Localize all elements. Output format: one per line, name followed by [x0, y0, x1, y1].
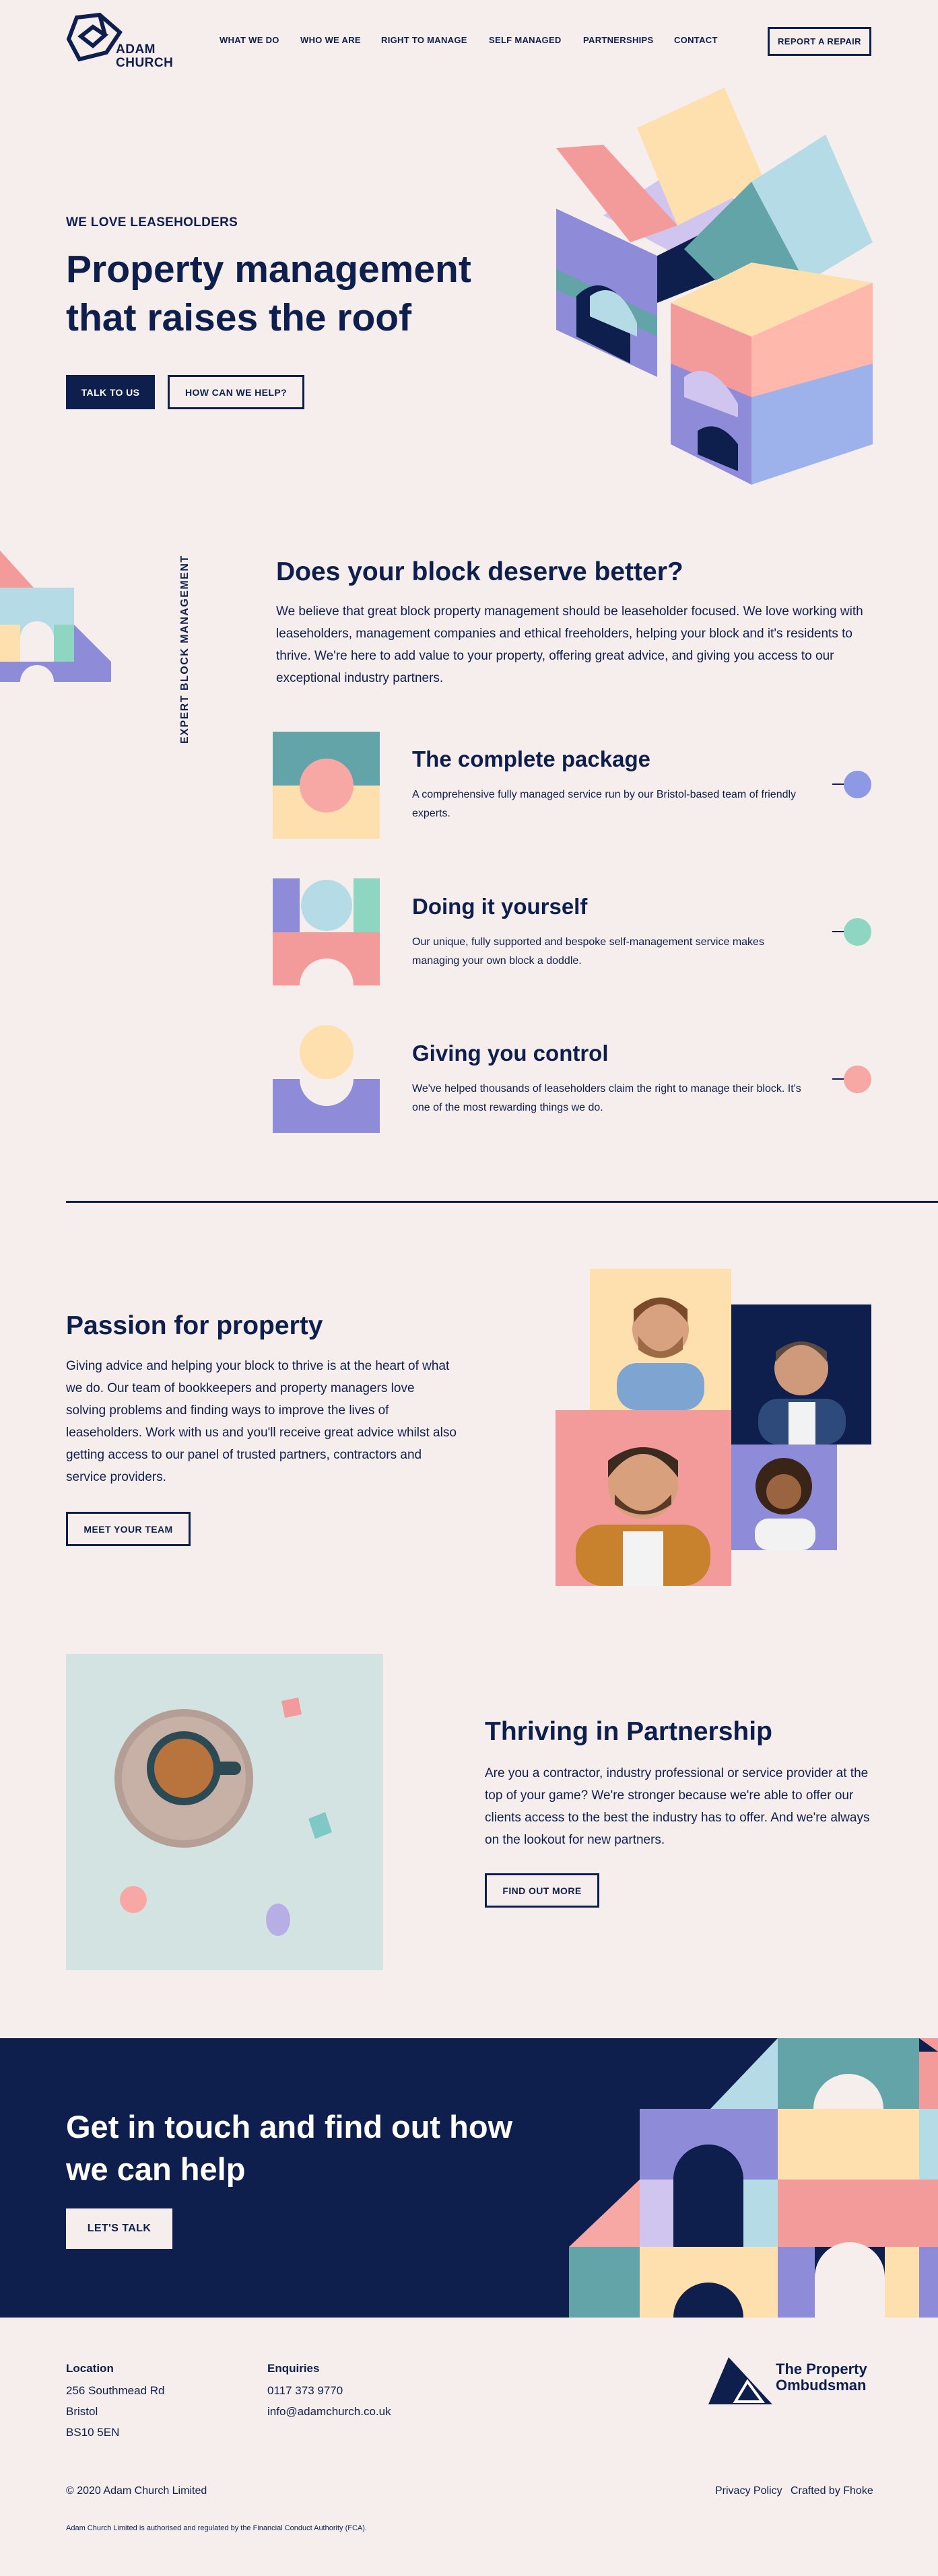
section-divider — [66, 1201, 938, 1203]
cta-blocks-illustration — [569, 2038, 938, 2318]
meet-your-team-button[interactable]: MEET YOUR TEAM — [66, 1512, 191, 1546]
location-address: 256 Southmead Rd Bristol BS10 5EN — [66, 2380, 165, 2443]
block-section-title: Does your block deserve better? — [276, 557, 683, 586]
enquiries-contacts: 0117 373 9770 info@adamchurch.co.uk — [267, 2380, 391, 2422]
ombudsman-line1: The Property — [776, 2361, 867, 2377]
team-photo — [590, 1269, 731, 1410]
cta-section: Get in touch and find out how we can hel… — [0, 2038, 938, 2318]
crafted-by-link[interactable]: Crafted by Fhoke — [791, 2485, 873, 2497]
service-text: A comprehensive fully managed service ru… — [412, 789, 797, 819]
complete-package-illustration — [273, 732, 380, 839]
team-member-illustration — [617, 1297, 704, 1410]
nav-partnerships[interactable]: PARTNERSHIPS — [583, 35, 653, 45]
block-section-intro: We believe that great block property man… — [276, 604, 863, 685]
service-text: Our unique, fully supported and bespoke … — [412, 936, 764, 967]
team-photo — [731, 1304, 871, 1444]
doing-it-yourself-illustration — [273, 878, 380, 985]
coffee-cup-illustration — [114, 1698, 332, 1936]
nav-right-to-manage[interactable]: RIGHT TO MANAGE — [381, 35, 467, 45]
cta-title-line2: we can help — [66, 2151, 246, 2187]
nav-self-managed[interactable]: SELF MANAGED — [489, 35, 562, 45]
hero-title-line1: Property management — [66, 248, 471, 291]
phone-link[interactable]: 0117 373 9770 — [267, 2380, 391, 2401]
arrow-right-icon[interactable] — [844, 918, 871, 946]
ombudsman-logo[interactable]: The Property Ombudsman — [708, 2356, 873, 2406]
partnership-title: Thriving in Partnership — [485, 1717, 772, 1746]
how-can-we-help-button[interactable]: HOW CAN WE HELP? — [168, 375, 304, 409]
team-member-illustration — [758, 1342, 846, 1444]
hero-title: Property management that raises the roof — [66, 245, 471, 342]
logo-text: ADAM CHURCH — [116, 43, 173, 70]
hero-title-line2: that raises the roof — [66, 296, 412, 339]
ombudsman-text: The Property Ombudsman — [776, 2361, 867, 2394]
cta-title-line1: Get in touch and find out how — [66, 2109, 513, 2145]
nav-what-we-do[interactable]: WHAT WE DO — [220, 35, 279, 45]
lets-talk-button[interactable]: LET'S TALK — [66, 2208, 172, 2249]
report-repair-button[interactable]: REPORT A REPAIR — [768, 27, 871, 56]
address-line: Bristol — [66, 2405, 98, 2418]
passion-title: Passion for property — [66, 1311, 323, 1340]
find-out-more-button[interactable]: FIND OUT MORE — [485, 1873, 599, 1908]
service-title: Giving you control — [412, 1041, 609, 1066]
location-title: Location — [66, 2362, 114, 2375]
vertical-section-label: EXPERT BLOCK MANAGEMENT — [179, 555, 191, 744]
arrow-right-icon[interactable] — [844, 1066, 871, 1093]
email-link[interactable]: info@adamchurch.co.uk — [267, 2401, 391, 2422]
partnership-text: Are you a contractor, industry professio… — [485, 1766, 870, 1847]
passion-text: Giving advice and helping your block to … — [66, 1359, 457, 1484]
hero-house-illustration — [556, 88, 873, 485]
cta-title: Get in touch and find out how we can hel… — [66, 2105, 512, 2190]
giving-you-control-illustration — [273, 1025, 380, 1133]
ombudsman-line2: Ombudsman — [776, 2377, 867, 2394]
block-side-illustration — [0, 551, 111, 692]
nav-contact[interactable]: CONTACT — [674, 35, 718, 45]
team-photo — [556, 1410, 731, 1586]
talk-to-us-button[interactable]: TALK TO US — [66, 375, 155, 409]
service-title: Doing it yourself — [412, 894, 588, 919]
arrow-right-icon[interactable] — [844, 771, 871, 798]
address-line: BS10 5EN — [66, 2426, 120, 2439]
copyright: © 2020 Adam Church Limited — [66, 2485, 207, 2497]
coffee-photo — [66, 1654, 383, 1970]
enquiries-title: Enquiries — [267, 2362, 320, 2375]
logo-text-line2: CHURCH — [116, 56, 174, 70]
service-title: The complete package — [412, 746, 650, 771]
legal-notice: Adam Church Limited is authorised and re… — [66, 2524, 367, 2532]
service-text: We've helped thousands of leaseholders c… — [412, 1083, 801, 1113]
team-photo — [731, 1444, 837, 1550]
privacy-policy-link[interactable]: Privacy Policy — [715, 2485, 782, 2497]
address-line: 256 Southmead Rd — [66, 2384, 165, 2397]
ombudsman-triangle-icon — [708, 2357, 772, 2404]
nav-who-we-are[interactable]: WHO WE ARE — [300, 35, 361, 45]
team-member-illustration — [755, 1458, 815, 1550]
hero-eyebrow: WE LOVE LEASEHOLDERS — [66, 215, 238, 230]
team-member-illustration — [576, 1447, 710, 1586]
logo-text-line1: ADAM — [116, 42, 156, 57]
